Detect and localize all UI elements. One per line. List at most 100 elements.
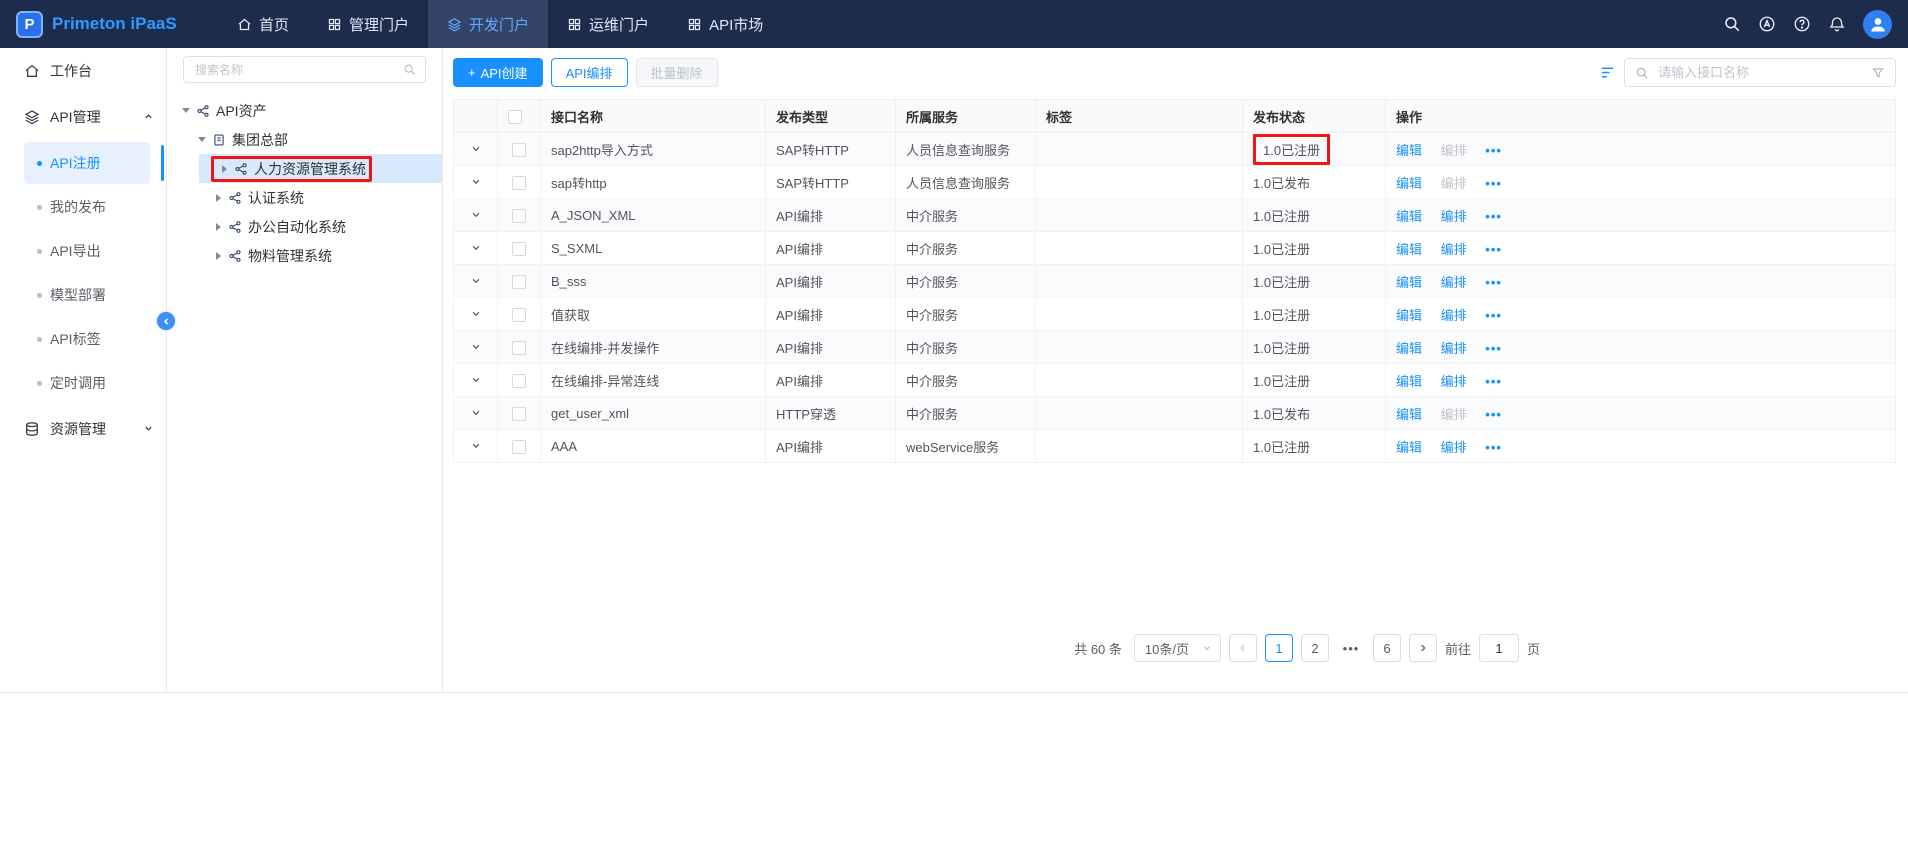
row-expand-toggle[interactable] <box>454 199 498 232</box>
row-expand-toggle[interactable] <box>454 430 498 463</box>
more-actions-link[interactable]: ••• <box>1485 341 1502 356</box>
search-icon[interactable] <box>403 63 416 76</box>
edit-link[interactable]: 编辑 <box>1396 143 1422 158</box>
page-size-select[interactable]: 10条/页 <box>1134 634 1221 662</box>
tree-expand-icon[interactable] <box>179 108 193 113</box>
search-icon[interactable] <box>1635 66 1649 80</box>
edit-link[interactable]: 编辑 <box>1396 407 1422 422</box>
edit-link[interactable]: 编辑 <box>1396 308 1422 323</box>
more-actions-link[interactable]: ••• <box>1485 407 1502 422</box>
row-expand-toggle[interactable] <box>454 397 498 430</box>
user-avatar[interactable] <box>1863 10 1892 39</box>
row-checkbox[interactable] <box>512 407 526 421</box>
nav-item-ops-portal[interactable]: 运维门户 <box>548 0 668 48</box>
sidebar-item-api-register[interactable]: API注册 <box>24 142 150 184</box>
edit-link[interactable]: 编辑 <box>1396 209 1422 224</box>
pagination: 共 60 条 10条/页 1 2 ••• 6 前往 页 <box>453 618 1896 692</box>
tree-node-group-hq[interactable]: 集团总部 <box>167 125 442 154</box>
more-actions-link[interactable]: ••• <box>1485 440 1502 455</box>
row-checkbox[interactable] <box>512 275 526 289</box>
sidebar-item-my-publish[interactable]: 我的发布 <box>24 186 150 228</box>
row-expand-toggle[interactable] <box>454 166 498 199</box>
tree-search-input[interactable] <box>193 62 397 78</box>
more-actions-link[interactable]: ••• <box>1485 275 1502 290</box>
row-checkbox[interactable] <box>512 440 526 454</box>
row-checkbox[interactable] <box>512 242 526 256</box>
help-icon[interactable] <box>1793 15 1811 33</box>
row-checkbox[interactable] <box>512 308 526 322</box>
sidebar-item-resource-management[interactable]: 资源管理 <box>0 406 166 452</box>
tree-node-oa-system[interactable]: 办公自动化系统 <box>167 212 442 241</box>
row-expand-toggle[interactable] <box>454 133 498 166</box>
row-checkbox[interactable] <box>512 374 526 388</box>
list-settings-icon[interactable] <box>1599 64 1616 81</box>
nav-item-dev-portal[interactable]: 开发门户 <box>428 0 548 48</box>
tree-node-auth-system[interactable]: 认证系统 <box>167 183 442 212</box>
page-button-2[interactable]: 2 <box>1301 634 1329 662</box>
orchestrate-link[interactable]: 编排 <box>1441 440 1467 455</box>
orchestrate-link[interactable]: 编排 <box>1441 374 1467 389</box>
row-expand-toggle[interactable] <box>454 331 498 364</box>
row-expand-toggle[interactable] <box>454 298 498 331</box>
edit-link[interactable]: 编辑 <box>1396 341 1422 356</box>
row-expand-toggle[interactable] <box>454 232 498 265</box>
edit-link[interactable]: 编辑 <box>1396 176 1422 191</box>
row-name: sap2http导入方式 <box>541 133 766 166</box>
sidebar-collapse-button[interactable] <box>157 312 175 330</box>
sidebar-item-api-management[interactable]: API管理 <box>0 94 166 140</box>
orchestrate-link[interactable]: 编排 <box>1441 308 1467 323</box>
next-page-button[interactable] <box>1409 634 1437 662</box>
filter-icon[interactable] <box>1871 66 1885 80</box>
tree-expand-icon[interactable] <box>211 194 225 202</box>
more-actions-link[interactable]: ••• <box>1485 242 1502 257</box>
tree-expand-icon[interactable] <box>211 223 225 231</box>
more-actions-link[interactable]: ••• <box>1485 308 1502 323</box>
sidebar-item-model-deploy[interactable]: 模型部署 <box>24 274 150 316</box>
page-ellipsis[interactable]: ••• <box>1337 634 1365 662</box>
nav-item-home[interactable]: 首页 <box>218 0 308 48</box>
sidebar-item-api-tags[interactable]: API标签 <box>24 318 150 360</box>
row-expand-toggle[interactable] <box>454 364 498 397</box>
interface-search-input[interactable] <box>1656 64 1864 81</box>
search-icon[interactable] <box>1723 15 1741 33</box>
bell-icon[interactable] <box>1828 15 1846 33</box>
orchestrate-link[interactable]: 编排 <box>1441 341 1467 356</box>
prev-page-button[interactable] <box>1229 634 1257 662</box>
goto-page-input[interactable] <box>1479 634 1519 662</box>
tree-expand-icon[interactable] <box>217 165 231 173</box>
api-create-button[interactable]: + API创建 <box>453 58 543 87</box>
row-checkbox[interactable] <box>512 209 526 223</box>
api-orchestrate-button[interactable]: API编排 <box>551 58 628 87</box>
sidebar-item-workbench[interactable]: 工作台 <box>0 48 166 94</box>
orchestrate-link[interactable]: 编排 <box>1441 275 1467 290</box>
tree-node-material-system[interactable]: 物料管理系统 <box>167 241 442 270</box>
tree-expand-icon[interactable] <box>195 137 209 142</box>
row-checkbox[interactable] <box>512 341 526 355</box>
nav-item-api-market[interactable]: API市场 <box>668 0 782 48</box>
sidebar-item-api-export[interactable]: API导出 <box>24 230 150 272</box>
edit-link[interactable]: 编辑 <box>1396 242 1422 257</box>
sidebar-item-scheduled-call[interactable]: 定时调用 <box>24 362 150 404</box>
more-actions-link[interactable]: ••• <box>1485 209 1502 224</box>
tree-node-hr-system[interactable]: 人力资源管理系统 <box>199 154 442 183</box>
more-actions-link[interactable]: ••• <box>1485 374 1502 389</box>
row-checkbox[interactable] <box>512 143 526 157</box>
brand[interactable]: P Primeton iPaaS <box>0 11 218 38</box>
edit-link[interactable]: 编辑 <box>1396 374 1422 389</box>
batch-delete-button[interactable]: 批量删除 <box>636 58 718 87</box>
translate-icon[interactable] <box>1758 15 1776 33</box>
select-all-checkbox[interactable] <box>508 110 522 124</box>
more-actions-link[interactable]: ••• <box>1485 143 1502 158</box>
tree-node-api-assets[interactable]: API资产 <box>167 96 442 125</box>
orchestrate-link[interactable]: 编排 <box>1441 242 1467 257</box>
tree-expand-icon[interactable] <box>211 252 225 260</box>
row-checkbox[interactable] <box>512 176 526 190</box>
page-button-6[interactable]: 6 <box>1373 634 1401 662</box>
edit-link[interactable]: 编辑 <box>1396 440 1422 455</box>
nav-item-admin-portal[interactable]: 管理门户 <box>308 0 428 48</box>
row-expand-toggle[interactable] <box>454 265 498 298</box>
page-button-1[interactable]: 1 <box>1265 634 1293 662</box>
edit-link[interactable]: 编辑 <box>1396 275 1422 290</box>
orchestrate-link[interactable]: 编排 <box>1441 209 1467 224</box>
more-actions-link[interactable]: ••• <box>1485 176 1502 191</box>
